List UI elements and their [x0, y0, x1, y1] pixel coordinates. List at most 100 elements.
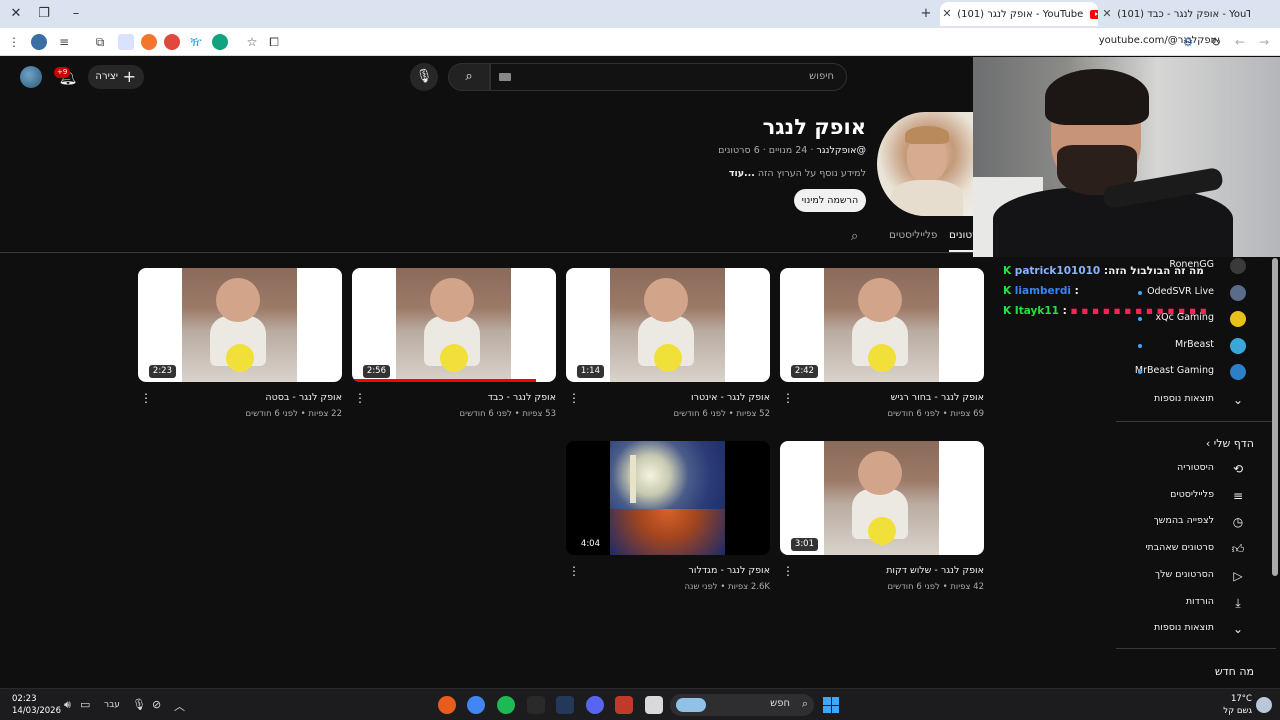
display-icon[interactable]: ▭ [80, 698, 90, 711]
subscribe-button[interactable]: הרשמה למינוי [794, 189, 866, 212]
taskbar-search[interactable]: חפש ⌕ [670, 694, 814, 716]
reload-icon[interactable]: ↻ [1208, 34, 1224, 50]
network-off-icon[interactable]: ⊘ [152, 698, 161, 711]
video-title[interactable]: אופק לנגר - בחור רגיש [891, 392, 984, 403]
channel-avatar[interactable] [877, 112, 973, 216]
sidebar-item[interactable]: הורדות ⤓ [1120, 591, 1260, 615]
extension-icon[interactable] [164, 34, 180, 50]
close-tab-icon[interactable]: ✕ [1100, 2, 1114, 26]
close-tab-icon[interactable]: ✕ [940, 2, 954, 26]
keyboard-icon[interactable] [499, 73, 511, 81]
search-input[interactable]: חיפוש [490, 63, 847, 91]
video-thumbnail[interactable]: 2:56 [352, 268, 556, 382]
sidebar-item[interactable]: הסרטונים שלך ▷ [1120, 564, 1260, 588]
video-title[interactable]: אופק לנגר - שלוש דקות [886, 565, 984, 576]
video-title[interactable]: אופק לנגר - מגדלור [689, 565, 770, 576]
video-card[interactable]: 1:14 אופק לנגר - אינטרו 52 צפיות • לפני 6 … [566, 268, 770, 428]
sidebar-item[interactable]: היסטוריה ⟲ [1120, 457, 1260, 481]
extension-icon[interactable] [141, 34, 157, 50]
voice-search-icon[interactable]: 🎙︎ [410, 63, 438, 91]
subscription-item[interactable]: MrBeast [1120, 334, 1260, 358]
channel-search-icon[interactable]: ⌕ [851, 229, 858, 244]
subscription-item[interactable]: xQc Gaming [1120, 307, 1260, 331]
extensions-puzzle-icon[interactable]: ⧉ [92, 34, 108, 50]
translate-icon[interactable]: ዥ [188, 34, 204, 50]
app-icon[interactable] [527, 696, 545, 714]
subscription-item[interactable]: MrBeast Gaming [1120, 360, 1260, 384]
app-icon[interactable] [438, 696, 456, 714]
video-thumbnail[interactable]: 4:04 [566, 441, 770, 555]
volume-icon[interactable]: 🔊︎ [64, 698, 71, 712]
new-content-dot-icon [1138, 290, 1142, 295]
sidebar-item[interactable]: לצפייה בהמשך ◷ [1120, 510, 1260, 534]
close-window-icon[interactable]: ✕ [6, 4, 26, 24]
chrome-icon[interactable] [467, 696, 485, 714]
subscription-item[interactable]: RonenGG [1120, 254, 1260, 278]
maximize-window-icon[interactable]: ❐ [34, 4, 54, 24]
tab-playlists[interactable]: פלייליסטים [889, 229, 937, 241]
video-card[interactable]: 2:42 אופק לנגר - בחור רגיש 69 צפיות • לפני… [780, 268, 984, 428]
app-icon[interactable] [615, 696, 633, 714]
video-card[interactable]: 3:01 אופק לנגר - שלוש דקות 42 צפיות • לפני… [780, 441, 984, 601]
language-indicator[interactable]: עבר [104, 700, 120, 710]
sidebar-scrollbar[interactable] [1272, 258, 1278, 576]
video-menu-kebab-icon[interactable]: ⋮ [140, 391, 152, 405]
spotify-icon[interactable] [497, 696, 515, 714]
channel-stats: ‏· 24 מנויים · 6 סרטונים [718, 145, 814, 156]
subscriptions-more-button[interactable]: תוצאות נוספות ⌄ [1120, 388, 1260, 412]
steam-icon[interactable] [556, 696, 574, 714]
forward-icon[interactable]: ← [1232, 34, 1248, 50]
video-title[interactable]: אופק לנגר - אינטרו [691, 392, 770, 403]
weather-widget[interactable]: 17°C גשם קל [1223, 693, 1252, 717]
tray-overflow-icon[interactable]: ︿ [174, 698, 185, 714]
url-text[interactable]: youtube.com/@אופקלנגר [1099, 35, 1220, 46]
microphone-icon[interactable]: 🎙︎ [132, 698, 146, 711]
sidebar-item[interactable]: תוצאות נוספות ⌄ [1120, 617, 1260, 641]
channel-description[interactable]: למידע נוסף על הערוץ הזה ...עוד [729, 168, 866, 179]
video-menu-kebab-icon[interactable]: ⋮ [354, 391, 366, 405]
back-icon[interactable]: → [1256, 34, 1272, 50]
windows-start-icon[interactable] [823, 697, 839, 713]
video-menu-kebab-icon[interactable]: ⋮ [782, 391, 794, 405]
taskbar-clock[interactable]: 02:23 14/03/2026 [12, 693, 61, 717]
video-menu-kebab-icon[interactable]: ⋮ [568, 564, 580, 578]
video-meta: 52 צפיות • לפני 6 חודשים [673, 409, 770, 419]
video-card[interactable]: 2:56 אופק לנגר - כבד 53 צפיות • לפני 6 חוד… [352, 268, 556, 428]
minimize-window-icon[interactable]: – [66, 4, 86, 24]
video-title[interactable]: אופק לנגר - בסטה [265, 392, 342, 403]
video-title[interactable]: אופק לנגר - כבד [488, 392, 556, 403]
file-explorer-icon[interactable] [645, 696, 663, 714]
video-menu-kebab-icon[interactable]: ⋮ [568, 391, 580, 405]
video-meta: 69 צפיות • לפני 6 חודשים [887, 409, 984, 419]
extension-icon[interactable] [31, 34, 47, 50]
site-info-icon[interactable]: ⚙ [1180, 34, 1196, 50]
video-card[interactable]: 4:04 אופק לנגר - מגדלור 2.6K צפיות • לפני … [566, 441, 770, 601]
browser-tab-active[interactable]: ✕ (101) אופק לנגר - YouTube [940, 2, 1098, 26]
video-card[interactable]: 2:23 אופק לנגר - בסטה 22 צפיות • לפני 6 חו… [138, 268, 342, 428]
sidebar-item[interactable]: סרטונים שאהבתי 👍︎ [1120, 537, 1260, 561]
browser-tab[interactable]: ✕ (101) אופק לנגר - כבד - YouTube [1100, 2, 1250, 26]
subscription-name: MrBeast [1175, 338, 1214, 350]
tab-search-icon[interactable] [118, 34, 134, 50]
discord-icon[interactable] [586, 696, 604, 714]
video-thumbnail[interactable]: 2:42 [780, 268, 984, 382]
cast-icon[interactable]: ⧠ [266, 34, 282, 50]
menu-kebab-icon[interactable]: ⋮ [6, 34, 22, 50]
more-link[interactable]: ...עוד [729, 168, 755, 179]
sidebar-item-label: תוצאות נוספות [1154, 622, 1214, 634]
sidebar-item[interactable]: פלייליסטים ≡ [1120, 484, 1260, 508]
subscription-item[interactable]: OdedSVR Live [1120, 281, 1260, 305]
video-thumbnail[interactable]: 2:23 [138, 268, 342, 382]
extension-icon[interactable] [212, 34, 228, 50]
sidebar-icon[interactable]: ≡ [56, 34, 72, 50]
video-thumbnail[interactable]: 3:01 [780, 441, 984, 555]
new-tab-icon[interactable]: + [916, 4, 936, 24]
search-button[interactable]: ⌕ [448, 63, 490, 91]
bookmark-star-icon[interactable]: ☆ [244, 34, 260, 50]
create-button[interactable]: + יצירה [88, 65, 144, 89]
windows-taskbar: 02:23 14/03/2026 🔊︎ ▭ עבר 🎙︎ ⊘ ︿ חפש ⌕ 1… [0, 688, 1280, 720]
you-section-heading[interactable]: הדף שלי › [1206, 437, 1254, 450]
account-avatar[interactable] [20, 66, 42, 88]
video-thumbnail[interactable]: 1:14 [566, 268, 770, 382]
video-menu-kebab-icon[interactable]: ⋮ [782, 564, 794, 578]
